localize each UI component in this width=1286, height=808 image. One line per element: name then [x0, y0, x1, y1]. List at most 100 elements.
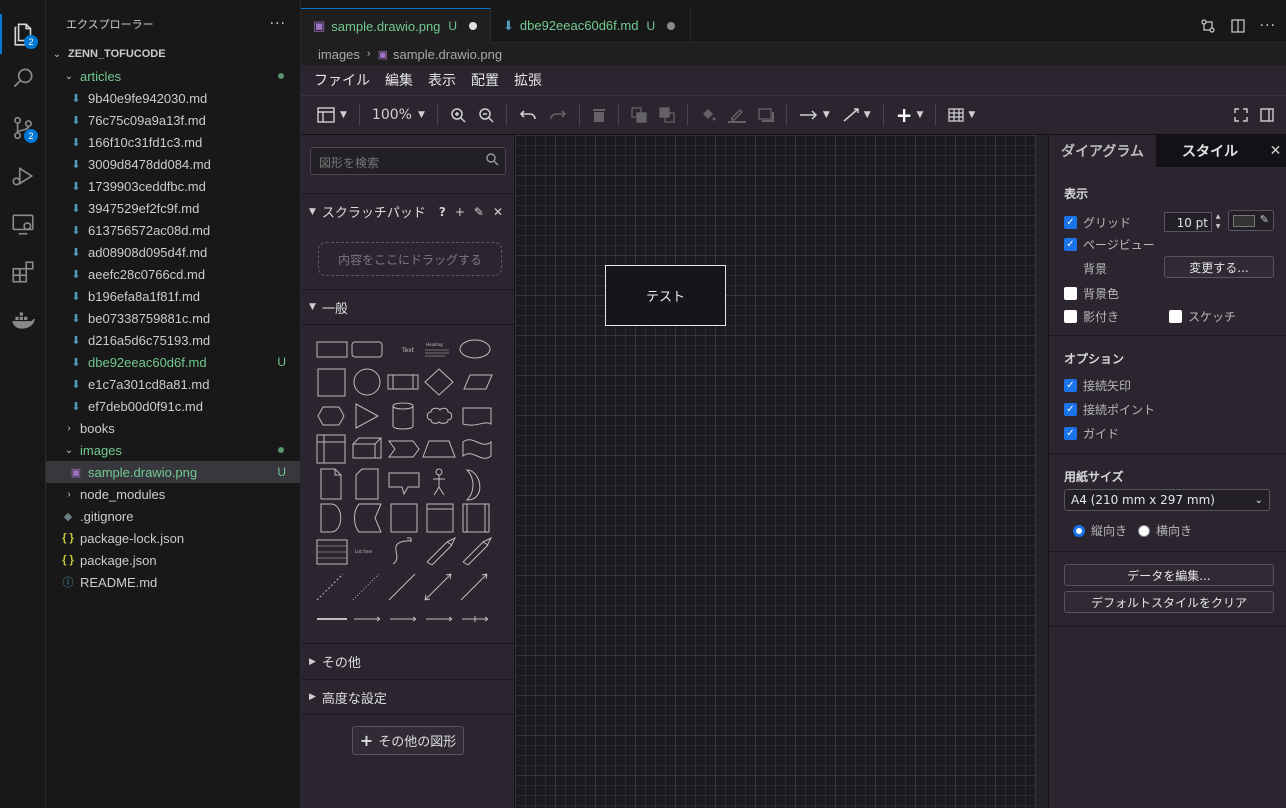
zoom-out-button[interactable] [472, 101, 500, 129]
parallelogram-shape-icon[interactable] [463, 374, 493, 390]
curve-shape-icon[interactable] [392, 539, 412, 565]
portrait-radio[interactable] [1073, 524, 1085, 537]
unsaved-dot-icon[interactable] [469, 22, 478, 30]
other-section-header[interactable]: ▶ その他 [301, 643, 515, 679]
note-shape-icon[interactable] [320, 468, 342, 500]
connection-arrows-checkbox[interactable]: ✓ [1064, 379, 1077, 392]
grid-size-input[interactable]: 10 pt [1164, 212, 1212, 232]
connection-points-row[interactable]: ✓ 接続ポイント [1064, 401, 1155, 418]
tree-file[interactable]: ⬇ b196efa8a1f81f.md [46, 285, 300, 307]
square-shape-icon[interactable] [317, 368, 346, 397]
tree-file[interactable]: ◆ .gitignore [46, 505, 300, 527]
page-view-checkbox-row[interactable]: ✓ ページビュー [1064, 236, 1155, 253]
edit-data-button[interactable]: データを編集... [1064, 564, 1274, 586]
unsaved-dot-icon[interactable] [667, 21, 676, 30]
tree-file[interactable]: ⬇ dbe92eeac60d6f.md U [46, 351, 300, 373]
list-item-shape-icon[interactable]: List Item [355, 549, 372, 554]
view-panels-button[interactable]: ▼ [311, 101, 353, 129]
menu-file[interactable]: ファイル [314, 70, 370, 90]
breadcrumb-folder[interactable]: images [318, 47, 360, 62]
directional-connector-icon[interactable] [460, 573, 488, 601]
tree-file[interactable]: ⬇ be07338759881c.md [46, 307, 300, 329]
tree-file[interactable]: ⬇ 3009d8478dd084.md [46, 153, 300, 175]
cylinder-shape-icon[interactable] [392, 402, 414, 430]
tree-file[interactable]: ▣ sample.drawio.png U [46, 461, 300, 483]
landscape-radio-row[interactable]: 横向き [1138, 522, 1192, 539]
more-shapes-button[interactable]: + その他の図形 [352, 726, 464, 755]
cube-shape-icon[interactable] [352, 437, 382, 459]
bidirectional-connector-icon[interactable] [424, 573, 452, 601]
shadow-checkbox[interactable] [1064, 310, 1077, 323]
grid-checkbox[interactable]: ✓ [1064, 216, 1077, 229]
advanced-section-header[interactable]: ▶ 高度な設定 [301, 679, 515, 715]
page-view-checkbox[interactable]: ✓ [1064, 238, 1077, 251]
text-shape-icon[interactable]: Text [401, 347, 415, 354]
breadcrumb-file[interactable]: sample.drawio.png [393, 47, 502, 62]
stored-data-shape-icon[interactable] [354, 503, 382, 533]
connection-style-button[interactable]: ▼ [793, 101, 836, 129]
waypoints-button[interactable]: ▼ [836, 101, 877, 129]
tab-style[interactable]: スタイル [1156, 135, 1264, 167]
grid-color-button[interactable]: ✎ [1228, 210, 1274, 231]
shadow-checkbox-row[interactable]: 影付き [1064, 308, 1119, 325]
cloud-shape-icon[interactable] [426, 407, 453, 424]
container-shape-icon[interactable] [390, 503, 418, 533]
tab-sample-drawio[interactable]: ▣ sample.drawio.png U [301, 8, 491, 43]
run-debug-icon[interactable] [0, 156, 46, 196]
step-shape-icon[interactable] [388, 440, 420, 458]
open-changes-icon[interactable] [1200, 18, 1216, 34]
tree-file[interactable]: ⬇ ad08908d095d4f.md [46, 241, 300, 263]
tree-file[interactable]: ⬇ 1739903ceddfbc.md [46, 175, 300, 197]
close-icon[interactable]: ✕ [1264, 135, 1286, 167]
textbox-shape-icon[interactable]: Heading [426, 342, 443, 347]
shadow-button[interactable] [752, 101, 780, 129]
callout-shape-icon[interactable] [388, 472, 420, 496]
tree-folder[interactable]: ⌄ images [46, 439, 300, 461]
shape-search-input[interactable]: 図形を検索 [310, 147, 506, 175]
more-actions-icon[interactable]: ··· [1260, 18, 1276, 34]
card-shape-icon[interactable] [355, 468, 379, 500]
general-shapes-palette[interactable]: Text Heading List Item [309, 332, 509, 632]
tree-folder[interactable]: › node_modules [46, 483, 300, 505]
fullscreen-button[interactable] [1228, 101, 1254, 129]
trapezoid-shape-icon[interactable] [422, 440, 456, 458]
ellipse-shape-icon[interactable] [459, 339, 491, 359]
rounded-rectangle-shape-icon[interactable] [351, 341, 383, 358]
tree-file[interactable]: { } package.json [46, 549, 300, 571]
tree-file[interactable]: ⬇ e1c7a301cd8a81.md [46, 373, 300, 395]
source-control-icon[interactable]: 2 [0, 108, 46, 148]
split-editor-icon[interactable] [1230, 18, 1246, 34]
menu-view[interactable]: 表示 [428, 70, 456, 90]
close-icon[interactable]: ✕ [493, 205, 503, 219]
delete-button[interactable] [586, 101, 612, 129]
menu-arrange[interactable]: 配置 [471, 70, 499, 90]
tree-file[interactable]: ⬇ 613756572ac08d.md [46, 219, 300, 241]
zoom-in-button[interactable] [444, 101, 472, 129]
tab-markdown[interactable]: ⬇ dbe92eeac60d6f.md U [491, 8, 691, 43]
undo-button[interactable] [513, 101, 543, 129]
diamond-shape-icon[interactable] [424, 368, 454, 396]
remote-explorer-icon[interactable] [0, 204, 46, 244]
more-actions-icon[interactable]: ··· [270, 16, 286, 32]
to-front-button[interactable] [625, 101, 653, 129]
diagram-rectangle-node[interactable]: テスト [605, 265, 726, 326]
sketch-checkbox-row[interactable]: スケッチ [1169, 308, 1236, 325]
tab-diagram[interactable]: ダイアグラム [1049, 135, 1156, 167]
guides-row[interactable]: ✓ ガイド [1064, 425, 1119, 442]
zoom-select[interactable]: 100% ▼ [366, 101, 431, 129]
grid-size-stepper[interactable]: ▲ ▼ [1213, 212, 1223, 234]
line-shape-icon[interactable] [388, 573, 416, 601]
tree-file[interactable]: ⬇ 76c75c09a9a13f.md [46, 109, 300, 131]
pencil-icon[interactable]: ✎ [474, 205, 484, 219]
rectangle-shape-icon[interactable] [316, 341, 348, 358]
swimlane-shape-icon[interactable] [426, 503, 454, 533]
tree-file[interactable]: ⬇ d216a5d6c75193.md [46, 329, 300, 351]
scratchpad-header[interactable]: ▼ スクラッチパッド ? + ✎ ✕ [301, 193, 515, 229]
search-icon[interactable] [0, 58, 46, 98]
explorer-icon[interactable]: 2 [0, 14, 46, 54]
table-button[interactable]: ▼ [942, 101, 981, 129]
diagram-canvas[interactable]: テスト [515, 135, 1036, 808]
document-shape-icon[interactable] [462, 407, 492, 426]
tree-file[interactable]: { } package-lock.json [46, 527, 300, 549]
tree-file[interactable]: ⬇ 166f10c31fd1c3.md [46, 131, 300, 153]
